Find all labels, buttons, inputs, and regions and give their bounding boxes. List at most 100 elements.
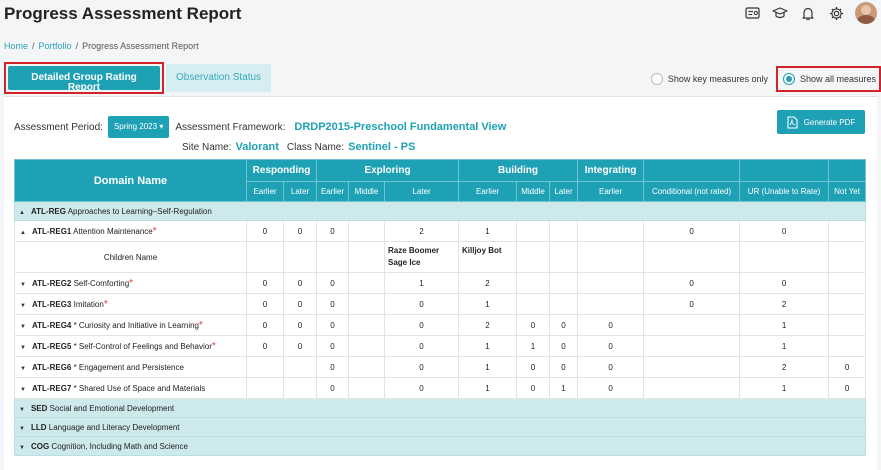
rating-count-cell: 0 [383, 335, 460, 357]
domain-row-cog[interactable]: ▼ COG Cognition, Including Math and Scien… [13, 436, 867, 456]
caret-down-icon[interactable]: ▼ [19, 407, 25, 413]
domain-row-lld[interactable]: ▼ LLD Language and Literacy Development [13, 417, 867, 437]
graduation-cap-icon[interactable] [771, 4, 789, 22]
rating-count-cell [348, 314, 385, 336]
filter-row: Assessment Period: Spring 2023 ▾ Assessm… [14, 116, 506, 138]
report-tabs: Detailed Group Rating Report Observation… [4, 62, 272, 94]
child-name[interactable]: Killjoy Bot [462, 246, 502, 255]
caret-down-icon[interactable]: ▼ [20, 282, 26, 288]
measure-label: ▼ ATL-REG5 * Self-Control of Feelings and… [14, 335, 247, 357]
page-title: Progress Assessment Report [4, 4, 242, 23]
rating-count-cell: 1 [383, 272, 460, 294]
measure-code: ATL-REG4 [31, 320, 72, 330]
pdf-file-icon [787, 115, 798, 129]
rating-count-cell: 0 [549, 356, 579, 378]
radio-all-measures[interactable]: Show all measures [775, 66, 881, 92]
rating-count-cell: 0 [316, 335, 349, 357]
framework-value: DRDP2015-Preschool Fundamental View [294, 121, 507, 133]
table-cell [828, 241, 867, 273]
level-header: UR (Unable to Rate) [739, 181, 830, 202]
rating-count-cell [348, 377, 385, 399]
caret-down-icon[interactable]: ▼ [20, 345, 26, 351]
rating-count-cell [577, 272, 645, 294]
caret-down-icon[interactable]: ▼ [20, 387, 26, 393]
child-name[interactable]: Sage Ice [388, 258, 420, 267]
table-row: ▼ ATL-REG6 * Engagement and Persistence 0 0… [14, 356, 867, 378]
tab-observation-status[interactable]: Observation Status [166, 64, 272, 92]
breadcrumb-portfolio[interactable]: Portfolio [39, 41, 72, 51]
rating-count-cell: 2 [458, 272, 518, 294]
rating-count-cell: 0 [383, 377, 460, 399]
rating-count-cell: 0 [246, 335, 284, 357]
radio-all-measures-label: Show all measures [799, 74, 876, 84]
breadcrumb-separator: / [75, 41, 79, 51]
group-blank [643, 159, 741, 182]
measure-code: ATL-REG6 [31, 362, 72, 372]
measure-label: ▼ ATL-REG2 Self-Comforting* [14, 272, 247, 294]
level-header: Later [383, 181, 460, 202]
group-integrating: Integrating [577, 159, 645, 182]
rating-count-cell: 1 [458, 356, 518, 378]
level-header: Not Yet [828, 181, 867, 202]
measure-name: * Shared Use of Space and Materials [73, 383, 206, 393]
rating-count-cell [828, 314, 867, 336]
breadcrumb-home[interactable]: Home [4, 41, 28, 51]
level-header: Earlier [577, 181, 645, 202]
rating-count-cell: 0 [283, 314, 317, 336]
children-building-earlier: Killjoy Bot [458, 241, 518, 273]
radio-all-measures-circle[interactable] [782, 73, 795, 85]
tab-detailed-group-rating[interactable]: Detailed Group Rating Report [8, 66, 160, 93]
caret-up-icon[interactable]: ▲ [19, 210, 25, 216]
domain-cell: ▼ COG Cognition, Including Math and Scien… [13, 436, 867, 456]
caret-down-icon[interactable]: ▼ [20, 303, 26, 309]
rating-count-cell: 2 [739, 356, 830, 378]
breadcrumb-separator: / [32, 41, 35, 51]
group-exploring: Exploring [315, 159, 460, 182]
radio-key-measures[interactable]: Show key measures only [650, 73, 768, 85]
caret-down-icon[interactable]: ▼ [19, 445, 25, 451]
rating-count-cell: 0 [316, 272, 349, 294]
measure-label: ▲ ATL-REG1 Attention Maintenance* [14, 220, 247, 242]
gear-icon[interactable] [827, 4, 845, 22]
class-value: Sentinel - PS [348, 141, 416, 153]
rating-count-cell: 0 [316, 356, 349, 378]
child-name[interactable]: Raze Boomer [388, 246, 439, 255]
rating-count-cell: 0 [246, 293, 284, 315]
domain-row-sed[interactable]: ▼ SED Social and Emotional Development [13, 398, 867, 418]
domain-row-atl-reg[interactable]: ▲ ATL-REG Approaches to Learning–Self-Reg… [13, 201, 867, 221]
level-header: Middle [348, 181, 385, 202]
group-building: Building [458, 159, 579, 182]
domain-code: LLD [30, 422, 47, 432]
rating-count-cell [828, 335, 867, 357]
avatar[interactable] [855, 2, 877, 24]
rating-count-cell [643, 335, 741, 357]
period-dropdown[interactable]: Spring 2023 ▾ [107, 116, 170, 138]
caret-down-icon[interactable]: ▼ [20, 324, 26, 330]
domain-name-header: Domain Name [14, 159, 247, 202]
rating-table: Domain Name Responding Exploring Buildin… [13, 159, 867, 456]
rating-count-cell: 0 [383, 356, 460, 378]
rating-count-cell: 0 [283, 293, 317, 315]
level-header: Later [283, 181, 317, 202]
rating-count-cell [246, 377, 284, 399]
bell-icon[interactable] [799, 4, 817, 22]
level-header: Middle [516, 181, 551, 202]
measure-code: ATL-REG7 [31, 383, 72, 393]
caret-down-icon[interactable]: ▼ [19, 426, 25, 432]
id-card-icon[interactable] [743, 4, 761, 22]
rating-count-cell: 0 [577, 377, 645, 399]
caret-up-icon[interactable]: ▲ [20, 230, 26, 236]
breadcrumb-current: Progress Assessment Report [82, 41, 199, 51]
required-star: * [211, 340, 216, 352]
rating-count-cell: 0 [549, 335, 579, 357]
rating-count-cell: 0 [316, 293, 349, 315]
rating-count-cell: 0 [316, 220, 349, 242]
caret-down-icon[interactable]: ▼ [20, 366, 26, 372]
rating-count-cell: 2 [383, 220, 460, 242]
group-blank [828, 159, 867, 182]
radio-key-measures-circle[interactable] [650, 73, 663, 85]
measure-code: ATL-REG3 [31, 299, 72, 309]
rating-count-cell [549, 293, 579, 315]
generate-pdf-button[interactable]: Generate PDF [777, 110, 865, 134]
required-star: * [129, 277, 134, 289]
